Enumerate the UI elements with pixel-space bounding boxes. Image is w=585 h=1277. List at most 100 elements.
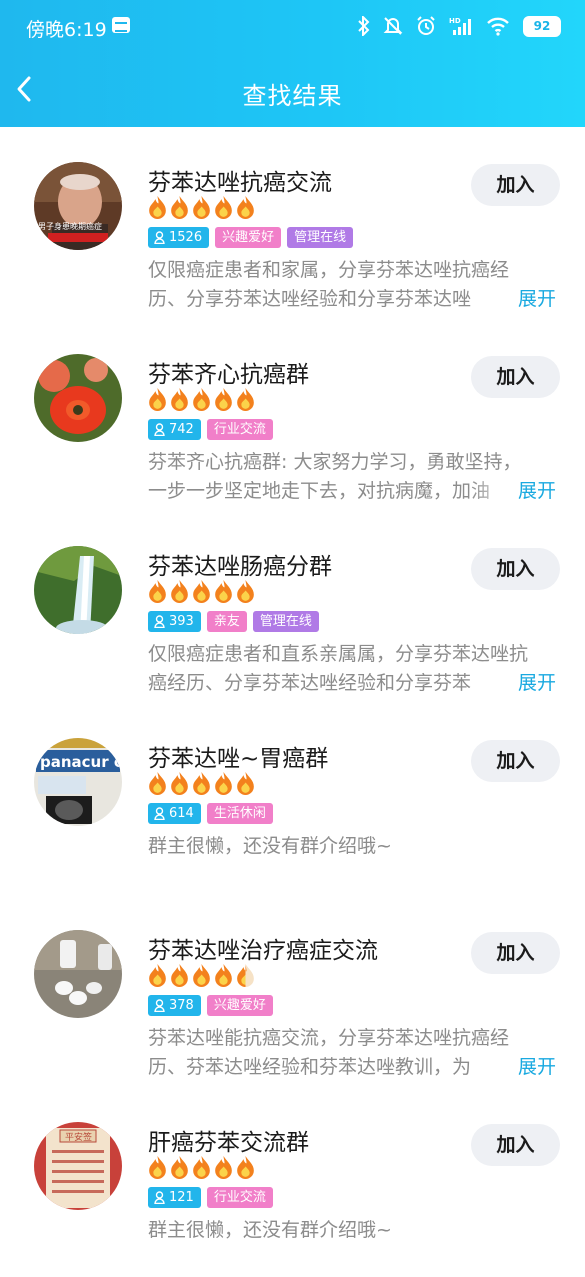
app-header: 傍晚6:19 HD 92 查找结果 <box>0 0 585 127</box>
group-tags: 393 亲友 管理在线 <box>148 611 319 632</box>
group-tags: 121 行业交流 <box>148 1187 273 1208</box>
group-result-item[interactable]: 芬苯齐心抗癌群 742 行业交流 芬苯齐心抗癌群: 大家努力学习，勇敢坚持，一步… <box>0 319 585 509</box>
flame-icon <box>171 196 188 219</box>
member-count: 121 <box>169 1190 194 1205</box>
group-avatar <box>34 546 122 634</box>
activity-rating <box>147 771 256 796</box>
group-description: 群主很懒，还没有群介绍哦~ <box>148 1219 392 1241</box>
flame-icon <box>149 964 166 987</box>
avatar-caption: 男子身患晚期癌症 <box>38 221 102 231</box>
member-count: 614 <box>169 806 194 821</box>
group-tags: 378 兴趣爱好 <box>148 995 273 1016</box>
group-result-item[interactable]: 芬苯达唑肠癌分群 393 亲友 管理在线 仅限癌症患者和直系亲属属，分享芬苯达唑… <box>0 511 585 701</box>
member-count-badge: 378 <box>148 995 201 1016</box>
join-button[interactable]: 加入 <box>471 1124 560 1166</box>
category-tag: 行业交流 <box>206 419 273 440</box>
description-fade <box>470 285 518 314</box>
half-flame-icon <box>237 964 254 987</box>
category-tag: 生活休闲 <box>206 803 273 824</box>
description-fade <box>470 1053 518 1082</box>
activity-rating <box>147 387 256 412</box>
group-result-item[interactable]: 男子身患晚期癌症 芬苯达唑抗癌交流 1526 兴趣爱好 管理在线 仅限癌症患者和… <box>0 127 585 317</box>
member-count: 742 <box>169 422 194 437</box>
flame-icon <box>215 1156 232 1179</box>
member-count: 378 <box>169 998 194 1013</box>
description-fade <box>470 477 518 506</box>
expand-link[interactable]: 展开 <box>518 285 556 314</box>
group-tags: 742 行业交流 <box>148 419 273 440</box>
person-icon <box>154 423 165 436</box>
activity-rating <box>147 1155 256 1180</box>
flame-icon <box>237 1156 254 1179</box>
group-result-item[interactable]: panacur c 芬苯达唑~胃癌群 614 生活休闲 群主很懒，还没有群介绍哦… <box>0 703 585 893</box>
join-button[interactable]: 加入 <box>471 164 560 206</box>
description-fade <box>470 669 518 698</box>
category-tag: 兴趣爱好 <box>206 995 273 1016</box>
member-count-badge: 614 <box>148 803 201 824</box>
group-avatar <box>34 354 122 442</box>
category-tag: 兴趣爱好 <box>215 227 282 248</box>
group-avatar: 平安签 <box>34 1122 122 1210</box>
wifi-icon <box>486 16 510 36</box>
group-name: 芬苯达唑抗癌交流 <box>148 170 332 196</box>
group-name: 芬苯达唑肠癌分群 <box>148 554 332 580</box>
group-avatar: 男子身患晚期癌症 <box>34 162 122 250</box>
group-name: 芬苯达唑治疗癌症交流 <box>148 938 378 964</box>
bluetooth-icon <box>358 16 370 36</box>
member-count-badge: 393 <box>148 611 201 632</box>
flame-icon <box>193 388 210 411</box>
admin-online-tag: 管理在线 <box>252 611 319 632</box>
activity-rating <box>147 579 256 604</box>
join-button[interactable]: 加入 <box>471 932 560 974</box>
person-icon <box>154 999 165 1012</box>
group-tags: 1526 兴趣爱好 管理在线 <box>148 227 354 248</box>
group-result-item[interactable]: 平安签 肝癌芬苯交流群 121 行业交流 群主很懒，还没有群介绍哦~ 加入 <box>0 1087 585 1277</box>
flame-icon <box>215 964 232 987</box>
activity-rating <box>147 963 256 988</box>
group-name: 芬苯齐心抗癌群 <box>148 362 309 388</box>
member-count-badge: 1526 <box>148 227 210 248</box>
join-button[interactable]: 加入 <box>471 740 560 782</box>
status-icons: HD 92 <box>358 12 561 40</box>
flame-icon <box>215 580 232 603</box>
flame-icon <box>215 772 232 795</box>
expand-link[interactable]: 展开 <box>518 669 556 698</box>
group-name: 肝癌芬苯交流群 <box>148 1130 309 1156</box>
notification-icon <box>112 17 130 33</box>
flame-icon <box>237 196 254 219</box>
expand-link[interactable]: 展开 <box>518 1053 556 1082</box>
member-count-badge: 742 <box>148 419 201 440</box>
flame-icon <box>171 580 188 603</box>
flame-icon <box>193 1156 210 1179</box>
flame-icon <box>237 772 254 795</box>
avatar-stamp-text: 平安签 <box>65 1131 92 1143</box>
flame-icon <box>149 388 166 411</box>
flame-icon <box>171 772 188 795</box>
group-avatar <box>34 930 122 1018</box>
flame-icon <box>171 964 188 987</box>
group-tags: 614 生活休闲 <box>148 803 273 824</box>
person-icon <box>154 1191 165 1204</box>
expand-link[interactable]: 展开 <box>518 477 556 506</box>
flame-icon <box>149 580 166 603</box>
member-count: 1526 <box>169 230 203 245</box>
alarm-icon <box>416 16 436 36</box>
flame-icon <box>193 964 210 987</box>
svg-text:HD: HD <box>449 17 461 25</box>
person-icon <box>154 807 165 820</box>
flame-icon <box>237 580 254 603</box>
person-icon <box>154 615 165 628</box>
category-tag: 行业交流 <box>206 1187 273 1208</box>
group-result-item[interactable]: 芬苯达唑治疗癌症交流 378 兴趣爱好 芬苯达唑能抗癌交流，分享芬苯达唑抗癌经历… <box>0 895 585 1085</box>
member-count-badge: 121 <box>148 1187 201 1208</box>
flame-icon <box>171 1156 188 1179</box>
flame-icon <box>171 388 188 411</box>
signal-icon: HD <box>449 16 473 36</box>
join-button[interactable]: 加入 <box>471 548 560 590</box>
group-description: 群主很懒，还没有群介绍哦~ <box>148 835 392 857</box>
flame-icon <box>237 388 254 411</box>
flame-icon <box>193 196 210 219</box>
battery-indicator: 92 <box>523 15 561 37</box>
member-count: 393 <box>169 614 194 629</box>
join-button[interactable]: 加入 <box>471 356 560 398</box>
